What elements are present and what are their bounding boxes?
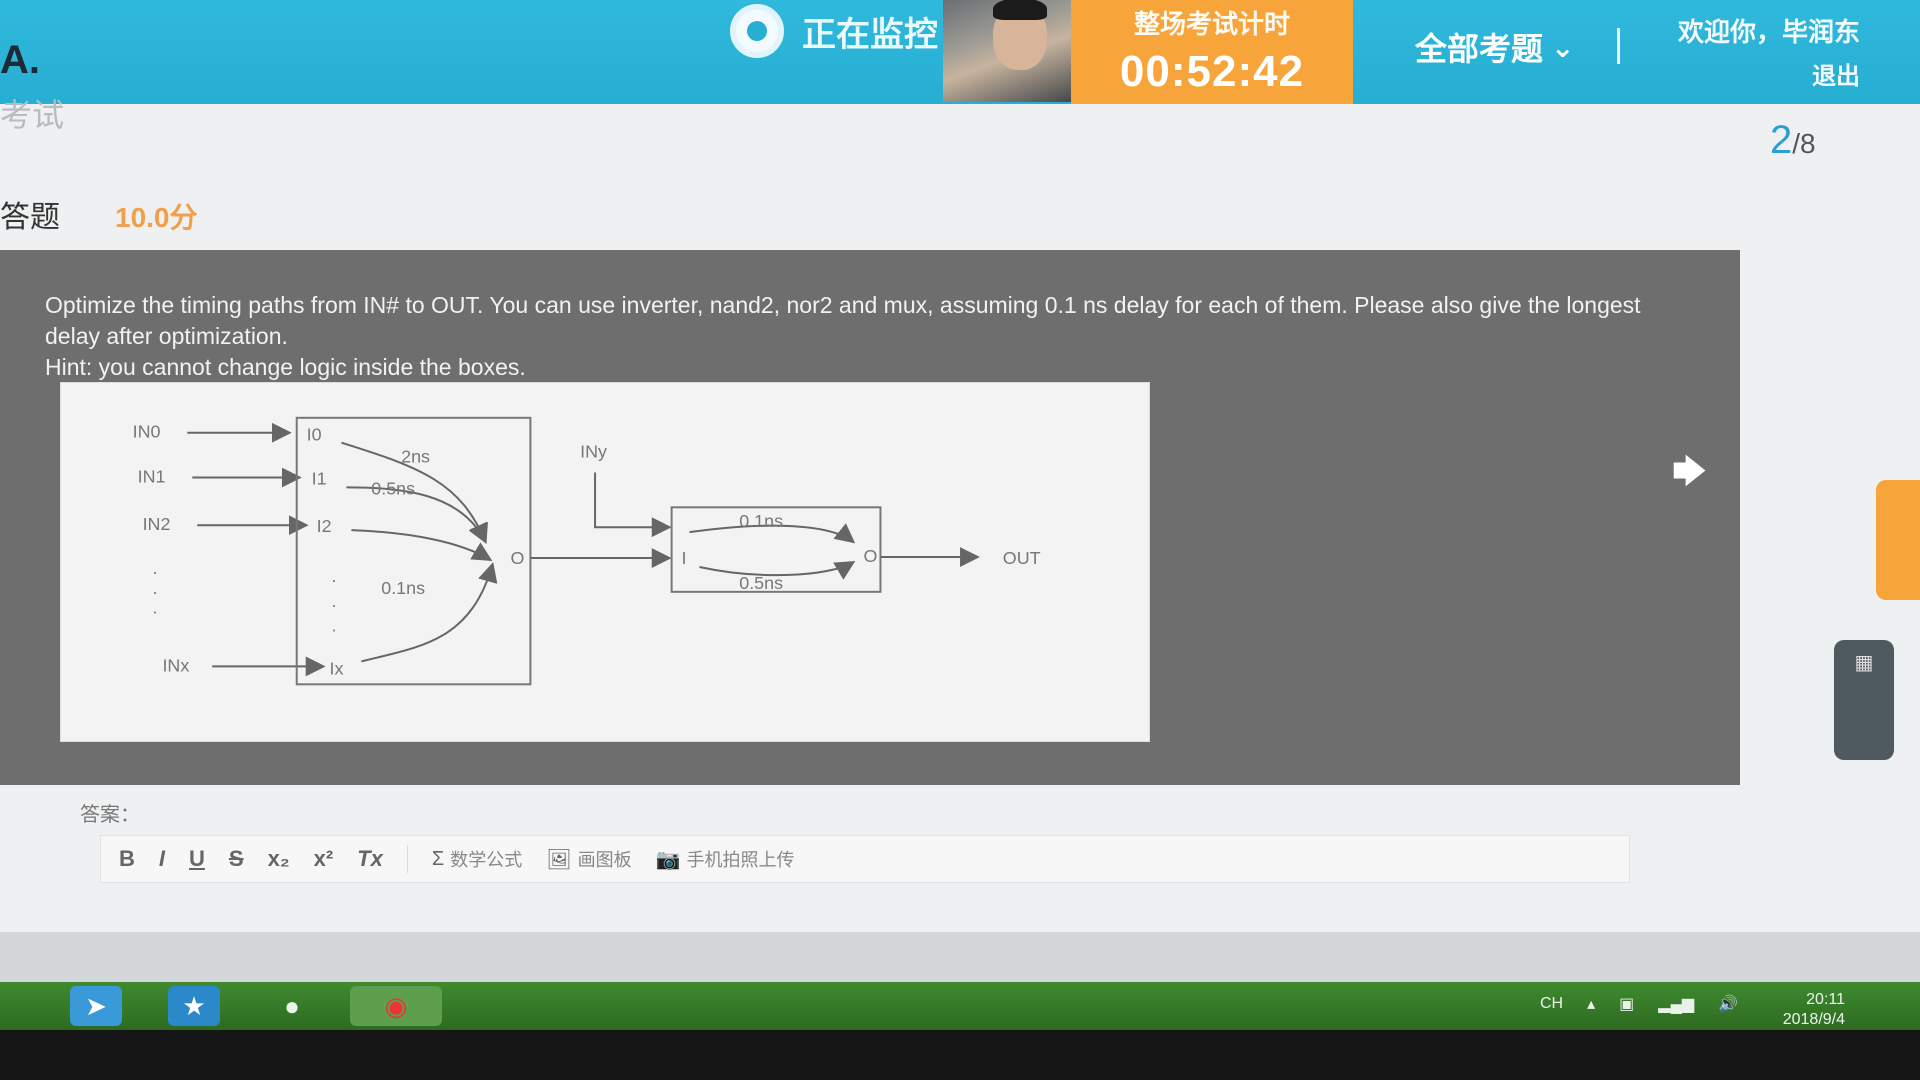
photo-upload-button[interactable]: 📷 手机拍照上传: [656, 846, 795, 872]
timer-value: 00:52:42: [1119, 47, 1305, 96]
delay-0-1ns: 0.1ns: [381, 578, 425, 598]
progress-total: /8: [1792, 128, 1816, 159]
clock-date: 2018/9/4: [1782, 1011, 1845, 1028]
question-text: Optimize the timing paths from IN# to OU…: [45, 290, 1685, 383]
ellipsis-dot: .: [332, 566, 337, 586]
clock-time: 20:11: [1806, 991, 1845, 1008]
input-label-in2: IN2: [143, 514, 171, 534]
drawing-board-button[interactable]: 🖼 画图板: [546, 846, 631, 872]
italic-button[interactable]: I: [159, 846, 165, 872]
tray-language[interactable]: CH: [1540, 995, 1563, 1013]
header-divider: [1617, 28, 1620, 64]
circuit-svg: IN0 IN1 IN2 . . . INx I0 I1 I2 Ix . . . …: [133, 416, 1041, 686]
volume-icon[interactable]: 🔊: [1718, 994, 1738, 1014]
image-icon: 🖼: [546, 848, 572, 871]
ellipsis-dot: .: [153, 578, 158, 598]
ellipsis-dot: .: [153, 598, 158, 618]
exam-page: { "header": { "logo_text": "A.", "monito…: [0, 0, 1920, 1080]
question-line-2: Hint: you cannot change logic inside the…: [45, 354, 526, 380]
logout-link[interactable]: 退出: [1740, 56, 1860, 91]
port-i1: I1: [312, 468, 327, 488]
ellipsis-dot: .: [153, 558, 158, 578]
formula-label: 数学公式: [450, 850, 523, 870]
webcam-icon: [730, 4, 784, 58]
question-progress: 2/8: [1770, 118, 1816, 163]
input-label-iny: INy: [580, 442, 607, 462]
calculator-tab[interactable]: ▦: [1834, 640, 1894, 760]
port-i0: I0: [307, 425, 322, 445]
underline-button[interactable]: U: [189, 846, 205, 872]
app-logo: A.: [0, 38, 40, 82]
superscript-button[interactable]: x²: [314, 846, 334, 872]
timer-label: 整场考试计时: [1133, 9, 1290, 39]
all-questions-label: 全部考题: [1415, 31, 1544, 67]
clear-format-button[interactable]: Tx: [357, 846, 383, 872]
tray-expand-icon[interactable]: ▴: [1587, 994, 1595, 1014]
calculator-icon: ▦: [1854, 652, 1874, 674]
system-clock[interactable]: 20:11 2018/9/4: [1750, 990, 1845, 1030]
network-icon[interactable]: ▣: [1619, 994, 1634, 1014]
progress-current: 2: [1770, 118, 1793, 162]
question-score: 10.0分: [115, 202, 198, 233]
delay-2ns: 2ns: [401, 447, 430, 467]
input-label-inx: INx: [162, 655, 189, 675]
all-questions-dropdown[interactable]: 全部考题 ⌄: [1415, 24, 1574, 70]
taskbar-app-icon[interactable]: ➤: [70, 986, 122, 1026]
box1-output-port: O: [511, 548, 525, 568]
mouse-cursor-icon: 🡆: [1672, 453, 1708, 491]
delay-box2-0-5ns: 0.5ns: [739, 573, 783, 593]
question-type: 答题: [0, 201, 60, 234]
monitor-bezel: [0, 1030, 1920, 1080]
wire-iny: [594, 472, 672, 538]
breadcrumb-exam: 考试: [0, 97, 65, 133]
subscript-button[interactable]: x₂: [268, 846, 290, 872]
box2-output-port: O: [864, 546, 878, 566]
delay-0-5ns: 0.5ns: [371, 478, 415, 498]
taskbar-star-icon[interactable]: ★: [168, 986, 220, 1026]
input-label-in1: IN1: [138, 466, 166, 486]
welcome-text: 欢迎你，毕润东: [1677, 17, 1860, 47]
monitoring-status: 正在监控: [730, 4, 938, 58]
top-header: A. 正在监控 整场考试计时 00:52:42 全部考题 ⌄ 欢迎你，毕润东 退…: [0, 0, 1920, 104]
photo-upload-label: 手机拍照上传: [686, 850, 795, 870]
delay-box2-0-1ns: 0.1ns: [739, 511, 783, 531]
exam-timer: 整场考试计时 00:52:42: [1071, 0, 1353, 104]
system-tray: CH ▴ ▣ ▂▄▆ 🔊: [1540, 994, 1738, 1014]
webcam-preview: [943, 0, 1071, 102]
circuit-diagram: IN0 IN1 IN2 . . . INx I0 I1 I2 Ix . . . …: [60, 382, 1150, 742]
toolbar-divider: [406, 845, 408, 873]
question-panel: Optimize the timing paths from IN# to OU…: [0, 250, 1740, 785]
output-label: OUT: [1003, 548, 1041, 568]
port-i2: I2: [317, 516, 332, 536]
signal-icon[interactable]: ▂▄▆: [1658, 994, 1694, 1014]
input-label-in0: IN0: [133, 422, 161, 442]
ellipsis-dot: .: [332, 616, 337, 636]
taskbar-wechat-icon[interactable]: ●: [266, 986, 318, 1026]
taskbar-chrome-icon[interactable]: ◉: [350, 986, 442, 1026]
page-footer: [0, 932, 1920, 982]
candidate-face: [993, 0, 1047, 70]
sigma-icon: Σ: [431, 847, 445, 870]
side-tab-orange[interactable]: [1876, 480, 1920, 600]
answer-label: 答案：: [80, 804, 140, 826]
path-i1: [346, 486, 487, 544]
bold-button[interactable]: B: [119, 846, 135, 872]
question-line-1: Optimize the timing paths from IN# to OU…: [45, 292, 1641, 349]
box2-input-port: I: [682, 548, 687, 568]
drawing-label: 画图板: [577, 850, 632, 870]
chevron-down-icon: ⌄: [1551, 31, 1575, 63]
camera-icon: 📷: [655, 848, 681, 871]
port-ix: Ix: [330, 658, 344, 678]
formula-button[interactable]: Σ 数学公式: [432, 846, 522, 872]
editor-toolbar: B I U S x₂ x² Tx Σ 数学公式 🖼 画图板 📷 手机拍照上传: [100, 835, 1630, 883]
monitoring-label: 正在监控: [802, 15, 938, 54]
strikethrough-button[interactable]: S: [229, 846, 244, 872]
ellipsis-dot: .: [332, 591, 337, 611]
path-i2: [351, 529, 493, 562]
